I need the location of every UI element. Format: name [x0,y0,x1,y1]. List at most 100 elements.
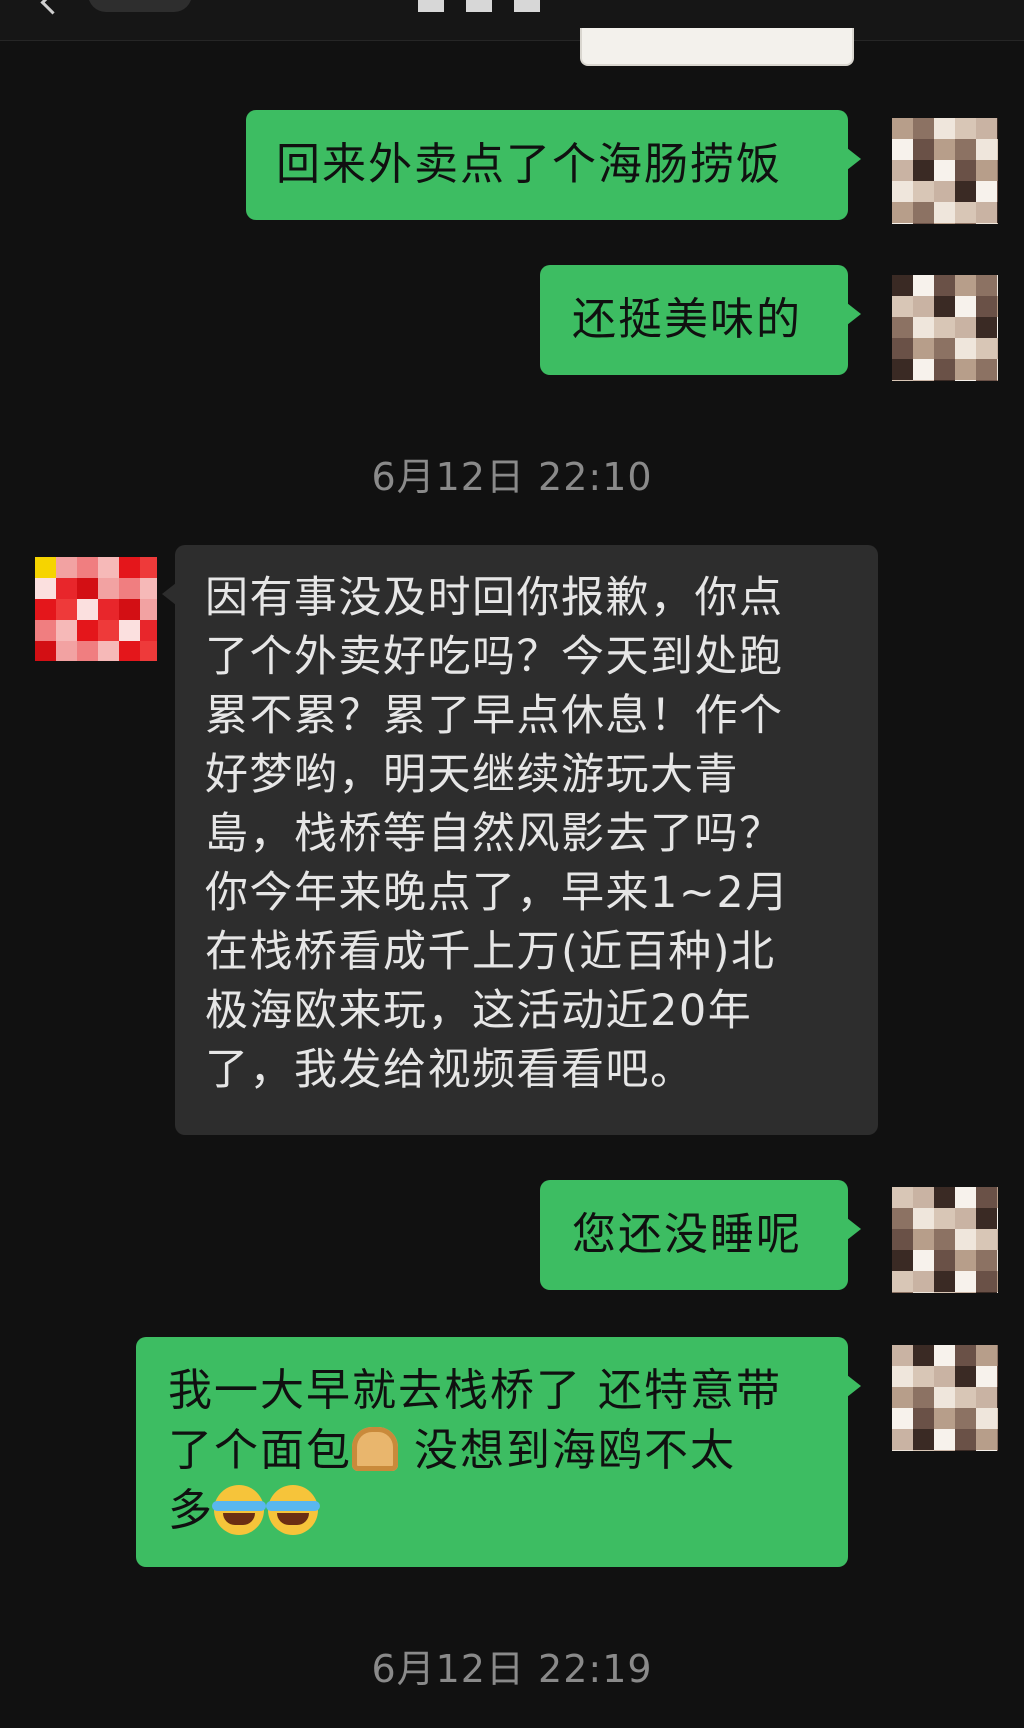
avatar-pixel [892,160,913,181]
avatar-pixel [35,557,56,578]
avatar-pixel [892,202,913,223]
avatar-pixel [976,1229,997,1250]
my-avatar[interactable] [892,1187,998,1293]
message-bubble-incoming[interactable]: 因有事没及时回你报歉，你点 了个外卖好吃吗？今天到处跑 累不累？累了早点休息！作… [162,545,878,1135]
avatar-pixel [997,1450,998,1451]
avatar-pixel [997,1187,998,1208]
avatar-pixel [892,1271,913,1292]
avatar-pixel [934,1208,955,1229]
message-text: 您还没睡呢 [572,1209,802,1260]
avatar-pixel [955,338,976,359]
avatar-pixel [934,202,955,223]
avatar-pixel [976,1271,997,1292]
avatar-pixel [997,1250,998,1271]
image-message-partial[interactable] [580,28,854,66]
avatar-pixel [955,1345,976,1366]
avatar-pixel [997,202,998,223]
avatar-pixel [997,317,998,338]
avatar-pixel [140,620,157,641]
avatar-pixel [77,599,98,620]
avatar-pixel [997,1208,998,1229]
avatar-pixel [98,599,119,620]
avatar-pixel [892,1366,913,1387]
avatar-pixel [934,317,955,338]
avatar-pixel [35,641,56,661]
avatar-pixel [934,223,955,224]
avatar-pixel [976,202,997,223]
my-avatar[interactable] [892,1345,998,1451]
avatar-pixel [997,275,998,296]
message-bubble-outgoing[interactable]: 您还没睡呢 [540,1180,861,1290]
avatar-pixel [934,1387,955,1408]
avatar-pixel [35,599,56,620]
avatar-pixel [997,338,998,359]
avatar-pixel [892,1187,913,1208]
avatar-pixel [892,1387,913,1408]
avatar-pixel [913,1387,934,1408]
avatar-pixel [892,317,913,338]
avatar-pixel [955,1450,976,1451]
my-avatar[interactable] [892,275,998,381]
avatar-pixel [77,578,98,599]
avatar-pixel [976,1250,997,1271]
contact-avatar[interactable] [35,557,157,661]
back-pill[interactable] [88,0,192,12]
avatar-pixel [955,1366,976,1387]
avatar-pixel [955,1429,976,1450]
avatar-pixel [98,641,119,661]
avatar-pixel [934,1429,955,1450]
avatar-pixel [119,557,140,578]
avatar-pixel [997,1229,998,1250]
avatar-pixel [913,1450,934,1451]
avatar-pixel [892,1450,913,1451]
avatar-pixel [98,620,119,641]
back-icon[interactable] [40,0,65,15]
avatar-pixel [955,202,976,223]
avatar-pixel [77,620,98,641]
avatar-pixel [976,1450,997,1451]
avatar-pixel [934,160,955,181]
avatar-pixel [892,1229,913,1250]
avatar-pixel [56,599,77,620]
avatar-pixel [934,1187,955,1208]
avatar-pixel [976,1366,997,1387]
avatar-pixel [934,1250,955,1271]
avatar-pixel [955,1408,976,1429]
avatar-pixel [976,296,997,317]
avatar-pixel [955,1229,976,1250]
avatar-pixel [997,296,998,317]
my-avatar[interactable] [892,118,998,224]
avatar-pixel [976,317,997,338]
timestamp: 6月12日 22:19 [371,1647,653,1691]
avatar-pixel [77,557,98,578]
avatar-pixel [892,359,913,380]
message-bubble-outgoing[interactable]: 我一大早就去栈桥了 还特意带 了个面包 没想到海鸥不太 多 [136,1337,861,1567]
avatar-pixel [976,223,997,224]
message-text: 还挺美味的 [572,294,802,345]
avatar-pixel [140,599,157,620]
avatar-pixel [913,380,934,381]
avatar-pixel [140,557,157,578]
avatar-pixel [35,578,56,599]
avatar-pixel [976,1429,997,1450]
avatar-pixel [976,1208,997,1229]
message-bubble-outgoing[interactable]: 回来外卖点了个海肠捞饭 [246,110,861,220]
avatar-pixel [997,1345,998,1366]
timestamp: 6月12日 22:10 [371,455,653,499]
avatar-pixel [934,1408,955,1429]
chat-title-redacted [418,0,540,12]
avatar-pixel [934,1450,955,1451]
avatar-pixel [976,1387,997,1408]
avatar-pixel [98,557,119,578]
message-bubble-outgoing[interactable]: 还挺美味的 [540,265,861,375]
avatar-pixel [997,1271,998,1292]
avatar-pixel [119,599,140,620]
avatar-pixel [934,139,955,160]
avatar-pixel [56,578,77,599]
avatar-pixel [997,1292,998,1293]
avatar-pixel [955,275,976,296]
avatar-pixel [997,223,998,224]
avatar-pixel [892,1208,913,1229]
avatar-pixel [913,359,934,380]
avatar-pixel [913,1429,934,1450]
